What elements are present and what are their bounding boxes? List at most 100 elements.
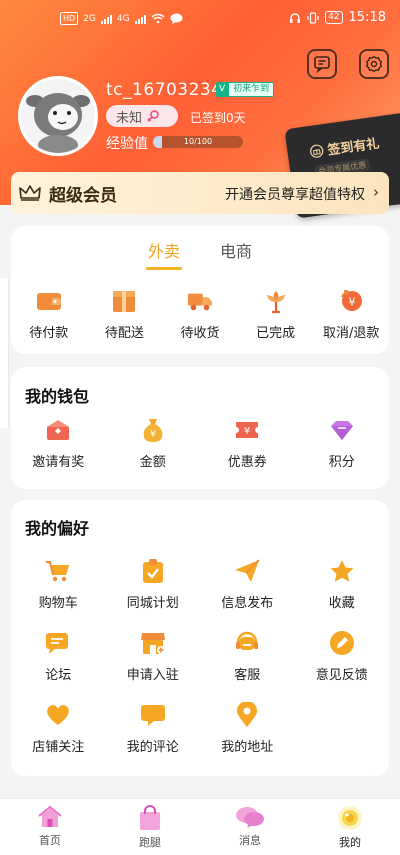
chat-bubbles-icon	[236, 807, 264, 828]
pref-favorites[interactable]: 收藏	[295, 558, 390, 611]
wallet-label: 积分	[328, 455, 355, 470]
pref-publish[interactable]: 信息发布	[200, 558, 295, 611]
shopping-bag-icon	[140, 805, 160, 830]
pref-my-address[interactable]: 我的地址	[200, 702, 295, 755]
order-pending-receipt[interactable]: 待收货	[162, 288, 238, 341]
headphones-icon	[290, 12, 301, 23]
wallet-coupons[interactable]: ¥ 优惠券	[200, 417, 295, 470]
order-label: 已完成	[256, 326, 296, 341]
vip-title: 超级会员	[49, 185, 117, 206]
pref-label: 意见反馈	[315, 668, 368, 683]
pref-feedback[interactable]: 意见反馈	[295, 630, 390, 683]
wallet-balance[interactable]: ¥ 金额	[106, 417, 201, 470]
pref-customer-service[interactable]: 客服	[200, 630, 295, 683]
tab-label: 消息	[239, 834, 261, 847]
exp-value: 10/100	[183, 137, 213, 146]
tab-messages[interactable]: 消息	[200, 799, 300, 855]
tab-takeout[interactable]: 外卖	[145, 238, 183, 270]
pref-label: 申请入驻	[126, 668, 179, 683]
pref-apply-store[interactable]: 申请入驻	[106, 630, 201, 683]
signal-2-icon	[134, 13, 146, 24]
tab-home[interactable]: 首页	[0, 799, 100, 855]
wallet-invite[interactable]: 邀请有奖	[11, 417, 106, 470]
battery-indicator: 42	[325, 11, 343, 24]
order-completed[interactable]: 已完成	[238, 288, 314, 341]
member-level-badge: V 初来乍到	[216, 82, 275, 97]
send-icon	[235, 559, 260, 582]
cow-avatar-icon	[21, 79, 95, 153]
username: tc_16703234	[106, 80, 223, 100]
pen-icon	[329, 631, 354, 655]
vip-description: 开通会员尊享超值特权	[225, 187, 365, 203]
chevron-right-icon: ›	[373, 183, 379, 201]
signin-title: 签到有礼	[326, 136, 381, 159]
star-icon	[330, 560, 354, 582]
pref-followed-stores[interactable]: 店铺关注	[11, 702, 106, 755]
wallet-card: 我的钱包 邀请有奖 ¥ 金额 ¥ 优惠券 积分	[11, 367, 389, 489]
gem-icon	[330, 421, 353, 440]
tab-errand[interactable]: 跑腿	[100, 799, 200, 855]
store-icon	[140, 633, 165, 654]
pref-label: 同城计划	[126, 596, 179, 611]
preferences-row-2: 论坛 申请入驻 客服 意见反馈	[11, 630, 389, 683]
message-notification-icon	[170, 13, 183, 24]
orders-card: 外卖 电商 待付款 待配送 待收货 已完成 ¥ 取消/退款	[11, 226, 389, 354]
cart-icon	[46, 561, 70, 582]
preferences-row-1: 购物车 同城计划 信息发布 收藏	[11, 558, 389, 611]
gender-text: 未知	[116, 110, 143, 126]
invite-mail-icon	[47, 420, 70, 440]
wallet-row: 邀请有奖 ¥ 金额 ¥ 优惠券 积分	[11, 417, 389, 470]
hd-indicator: HD	[60, 12, 79, 25]
exp-label: 经验值	[106, 136, 148, 152]
crown-icon	[19, 185, 41, 201]
wallet-title: 我的钱包	[25, 387, 90, 406]
flower-icon	[266, 291, 285, 314]
preferences-card: 我的偏好 购物车 同城计划 信息发布 收藏 论坛 申请入驻 客服 意见反馈 店铺…	[11, 500, 389, 776]
tab-label: 首页	[39, 834, 61, 847]
super-vip-banner[interactable]: 超级会员 开通会员尊享超值特权 ›	[11, 172, 389, 214]
pref-label: 收藏	[328, 596, 355, 611]
pref-cart[interactable]: 购物车	[11, 558, 106, 611]
package-icon	[113, 291, 136, 312]
gender-pill: 未知	[106, 105, 178, 127]
wallet-points[interactable]: 积分	[295, 417, 390, 470]
pref-label: 购物车	[38, 596, 78, 611]
tab-profile[interactable]: 我的	[300, 799, 400, 855]
pref-label: 我的地址	[221, 740, 274, 755]
avatar[interactable]	[18, 76, 98, 156]
signal-1-icon	[100, 13, 112, 24]
left-edge-panel	[0, 278, 9, 428]
messages-button[interactable]	[307, 49, 337, 79]
message-icon	[314, 56, 330, 73]
money-bag-icon: ¥	[143, 419, 163, 442]
forum-icon	[46, 633, 69, 654]
vip-letter: V	[216, 82, 229, 97]
tab-ecommerce[interactable]: 电商	[220, 238, 252, 262]
order-pending-delivery[interactable]: 待配送	[87, 288, 163, 341]
settings-button[interactable]	[359, 49, 389, 79]
wallet-label: 优惠券	[227, 455, 267, 470]
signal-1-label: 2G	[83, 13, 96, 24]
pref-empty-slot	[295, 702, 390, 755]
clipboard-check-icon	[142, 559, 163, 583]
pref-forum[interactable]: 论坛	[11, 630, 106, 683]
svg-text:¥: ¥	[349, 296, 356, 309]
signal-2-label: 4G	[116, 13, 130, 24]
svg-text:¥: ¥	[150, 429, 156, 440]
pref-label: 店铺关注	[32, 740, 85, 755]
gear-icon	[365, 55, 383, 73]
order-label: 待付款	[29, 326, 69, 341]
pref-label: 信息发布	[221, 596, 274, 611]
order-status-row: 待付款 待配送 待收货 已完成 ¥ 取消/退款	[11, 288, 389, 341]
signin-days: 已签到0天	[190, 111, 246, 125]
location-pin-icon	[237, 702, 258, 727]
order-pending-payment[interactable]: 待付款	[11, 288, 87, 341]
bottom-tab-bar: 首页 跑腿 消息 我的	[0, 798, 400, 855]
signin-title-row: 签到有礼	[308, 133, 380, 162]
order-label: 待收货	[180, 326, 220, 341]
gift-icon	[310, 144, 324, 158]
pref-my-comments[interactable]: 我的评论	[106, 702, 201, 755]
order-refund[interactable]: ¥ 取消/退款	[313, 288, 389, 341]
pref-city-plan[interactable]: 同城计划	[106, 558, 201, 611]
heart-icon	[47, 705, 70, 725]
